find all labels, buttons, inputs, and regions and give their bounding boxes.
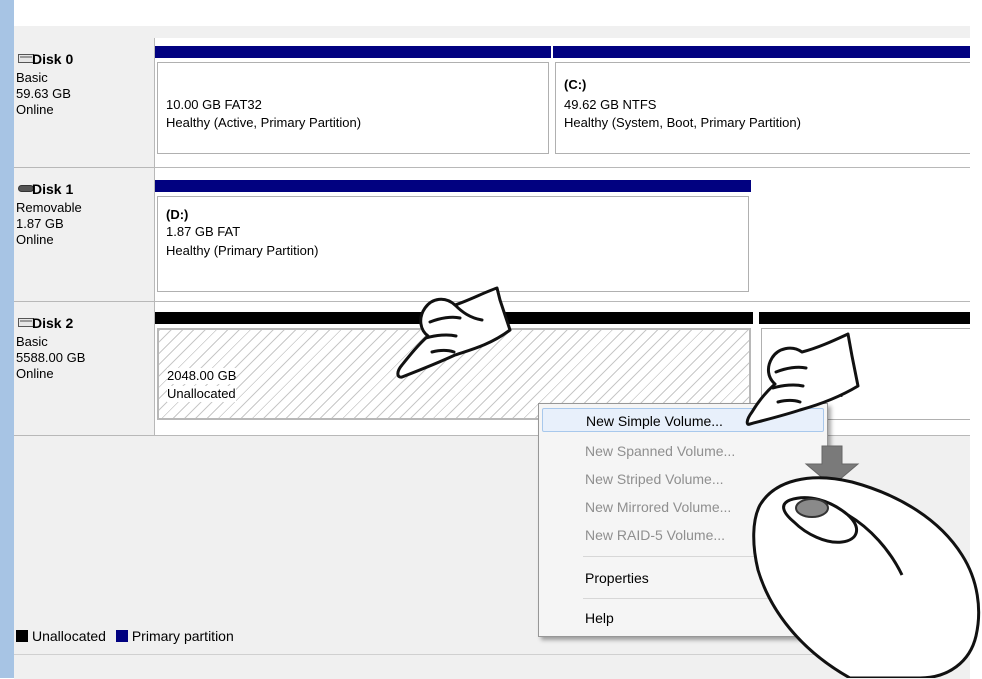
partition-health: d: [836, 385, 844, 400]
menu-new-striped-volume[interactable]: New Striped Volume...: [539, 467, 827, 491]
disk-1-partitions: (D:) 1.87 GB FAT Healthy (Primary Partit…: [155, 168, 970, 302]
partition-size: 2048.00 GB: [167, 368, 237, 384]
partition-health: Unallocated: [167, 386, 236, 402]
window-left-accent: [0, 0, 14, 678]
legend-unallocated-label: Unallocated: [32, 628, 106, 644]
legend-primary-label: Primary partition: [131, 628, 234, 644]
disk-size: 1.87 GB: [16, 216, 64, 231]
partition-disk0-fat32[interactable]: 10.00 GB FAT32 Healthy (Active, Primary …: [155, 46, 551, 158]
disk-0-partitions: 10.00 GB FAT32 Healthy (Active, Primary …: [155, 38, 970, 168]
disk-type: Basic: [16, 334, 48, 349]
legend-unallocated-swatch: [16, 630, 28, 642]
menu-separator: [583, 598, 823, 599]
partition-disk0-c[interactable]: (C:) 49.62 GB NTFS Healthy (System, Boot…: [553, 46, 970, 158]
partition-body: (D:) 1.87 GB FAT Healthy (Primary Partit…: [157, 196, 749, 292]
partition-size: 10.00 GB FAT32: [166, 97, 262, 112]
partition-health: Healthy (Primary Partition): [166, 243, 319, 258]
menu-new-spanned-volume[interactable]: New Spanned Volume...: [539, 439, 827, 463]
disk-name: Disk 1: [32, 181, 74, 197]
disk-status: Online: [16, 366, 54, 381]
disk-size: 5588.00 GB: [16, 350, 86, 365]
partition-label: (D:): [166, 207, 189, 222]
primary-partition-bar: [155, 46, 551, 58]
partition-health: Healthy (Active, Primary Partition): [166, 115, 362, 130]
menu-help[interactable]: Help: [539, 606, 827, 630]
menu-new-raid5-volume[interactable]: New RAID-5 Volume...: [539, 523, 827, 547]
unallocated-bar: [759, 312, 970, 324]
disk-row-0: Disk 0 Basic 59.63 GB Online 10.00 GB FA…: [14, 38, 970, 168]
partition-size: 49.62 GB NTFS: [564, 97, 657, 112]
disk-2-label[interactable]: Disk 2 Basic 5588.00 GB Online: [14, 302, 155, 436]
partition-body: 10.00 GB FAT32 Healthy (Active, Primary …: [157, 62, 549, 154]
legend-primary-swatch: [115, 630, 128, 642]
partition-size: 1.87 GB FAT: [166, 224, 241, 239]
disk-status: Online: [16, 102, 54, 117]
disk-1-label[interactable]: Disk 1 Removable 1.87 GB Online: [14, 168, 155, 302]
menu-separator: [583, 556, 823, 557]
primary-partition-bar: [155, 180, 751, 192]
disk-name: Disk 0: [32, 51, 74, 67]
disk-size: 59.63 GB: [16, 86, 71, 101]
partition-health: Healthy (System, Boot, Primary Partition…: [564, 115, 801, 130]
partition-disk1-d[interactable]: (D:) 1.87 GB FAT Healthy (Primary Partit…: [155, 180, 751, 296]
primary-partition-bar: [553, 46, 970, 58]
menu-new-simple-volume[interactable]: New Simple Volume...: [542, 408, 824, 432]
disk-row-1: Disk 1 Removable 1.87 GB Online (D:) 1.8…: [14, 168, 970, 302]
partition-body: (C:) 49.62 GB NTFS Healthy (System, Boot…: [555, 62, 970, 154]
status-bar: [14, 654, 970, 679]
menu-new-mirrored-volume[interactable]: New Mirrored Volume...: [539, 495, 827, 519]
menu-properties[interactable]: Properties: [539, 566, 827, 590]
disk-0-label[interactable]: Disk 0 Basic 59.63 GB Online: [14, 38, 155, 168]
unallocated-bar: [155, 312, 753, 324]
disk-type: Removable: [16, 200, 82, 215]
top-toolbar-strip: [14, 0, 970, 27]
disk-status: Online: [16, 232, 54, 247]
context-menu: New Simple Volume... New Spanned Volume.…: [538, 403, 828, 637]
disk-name: Disk 2: [32, 315, 74, 331]
partition-label: (C:): [564, 77, 587, 92]
legend: Unallocated Primary partition: [16, 626, 234, 646]
disk-type: Basic: [16, 70, 48, 85]
